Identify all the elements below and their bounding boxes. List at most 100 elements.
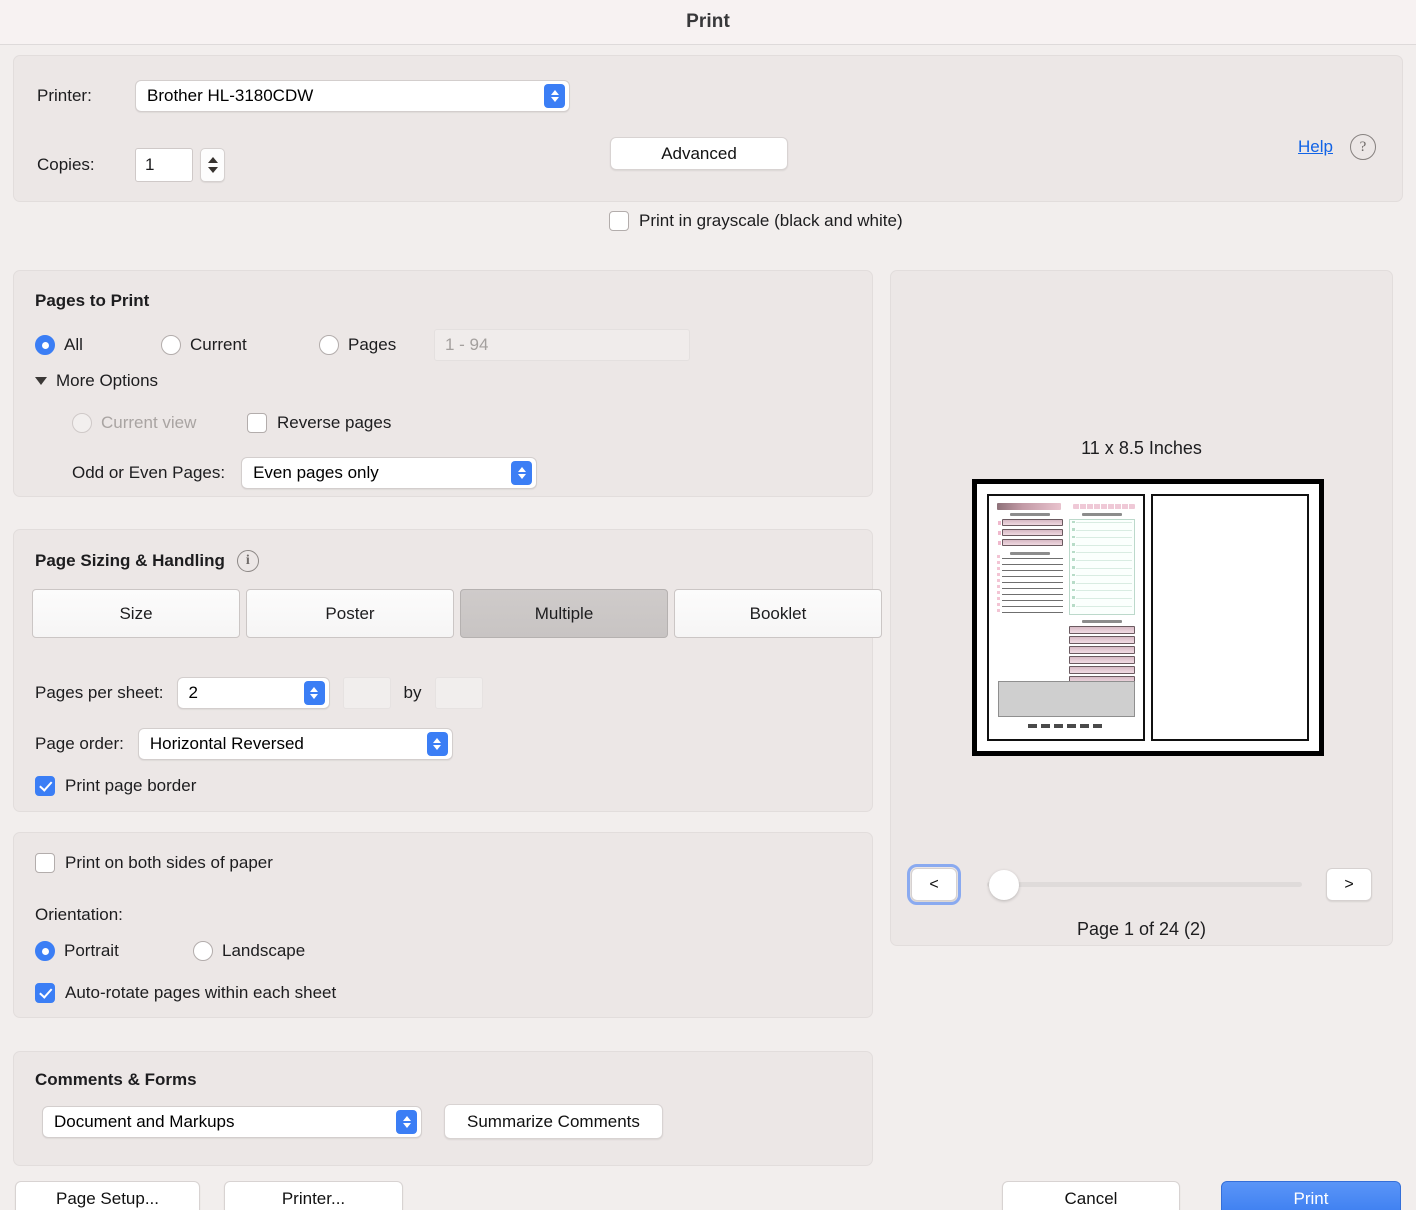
segment-booklet[interactable]: Booklet: [674, 589, 882, 638]
both-sides-checkbox[interactable]: Print on both sides of paper: [35, 853, 273, 873]
segment-poster[interactable]: Poster: [246, 589, 454, 638]
comments-forms-value: Document and Markups: [54, 1112, 234, 1132]
print-page-border-checkbox[interactable]: Print page border: [35, 776, 196, 796]
page-order-select[interactable]: Horizontal Reversed: [138, 728, 453, 760]
comments-forms-title: Comments & Forms: [35, 1070, 197, 1090]
page-sizing-panel: Page Sizing & Handling i Size Poster Mul…: [13, 529, 873, 812]
radio-portrait-label: Portrait: [64, 941, 119, 961]
question-circle-icon[interactable]: ?: [1350, 134, 1376, 160]
dialog-title: Print: [686, 11, 730, 33]
page-sizing-title: Page Sizing & Handling: [35, 551, 225, 571]
preview-document-thumbnail: [989, 496, 1143, 739]
radio-current-label: Current: [190, 335, 247, 355]
chevron-updown-icon: [511, 461, 532, 485]
footer-left-buttons: Page Setup... Printer...: [15, 1181, 403, 1210]
checkbox-icon: [35, 983, 55, 1003]
chevron-updown-icon: [304, 681, 325, 705]
print-grayscale-checkbox[interactable]: Print in grayscale (black and white): [609, 211, 903, 231]
chevron-updown-icon: [396, 1110, 417, 1134]
thumbnail-line: [1002, 564, 1063, 565]
page-order-value: Horizontal Reversed: [150, 734, 304, 754]
thumbnail-right-column: [1069, 513, 1135, 686]
page-slider[interactable]: [987, 870, 1302, 900]
copies-stepper[interactable]: [200, 148, 225, 182]
orientation-label: Orientation:: [35, 905, 123, 925]
comments-forms-row: Document and Markups Summarize Comments: [42, 1104, 663, 1139]
thumbnail-bar: [1069, 666, 1135, 674]
radio-icon: [193, 941, 213, 961]
pages-to-print-panel: Pages to Print All Current Pages 1 - 94 …: [13, 270, 873, 497]
thumbnail-left-column: [997, 513, 1063, 686]
more-options-toggle[interactable]: More Options: [35, 371, 158, 391]
info-circle-icon[interactable]: i: [237, 550, 259, 572]
dialog-titlebar: Print: [0, 0, 1416, 45]
help-group: Help ?: [1298, 134, 1376, 160]
custom-cols-input[interactable]: [435, 677, 483, 709]
print-preview-panel: 11 x 8.5 Inches: [890, 270, 1393, 946]
custom-rows-input[interactable]: [343, 677, 391, 709]
auto-rotate-label: Auto-rotate pages within each sheet: [65, 983, 336, 1003]
thumbnail-line: [1002, 600, 1063, 601]
print-dialog-body: Printer: Brother HL-3180CDW Advanced Hel…: [0, 45, 1416, 1210]
chevron-updown-icon: [427, 732, 448, 756]
thumbnail-caption: [1010, 552, 1050, 555]
preview-sheet: [972, 479, 1324, 756]
thumbnail-bar: [1002, 529, 1063, 536]
checkbox-icon: [35, 776, 55, 796]
thumbnail-columns: [997, 513, 1135, 686]
radio-pages[interactable]: Pages: [319, 335, 434, 355]
orientation-radios: Portrait Landscape: [35, 941, 305, 961]
printer-select[interactable]: Brother HL-3180CDW: [135, 80, 570, 112]
previous-page-button[interactable]: <: [911, 868, 957, 901]
page-setup-button[interactable]: Page Setup...: [15, 1181, 200, 1210]
printer-settings-button[interactable]: Printer...: [224, 1181, 403, 1210]
radio-landscape[interactable]: Landscape: [193, 941, 305, 961]
by-label: by: [404, 683, 422, 703]
radio-all[interactable]: All: [35, 335, 161, 355]
thumbnail-note-box: [1069, 519, 1135, 615]
reverse-pages-checkbox[interactable]: Reverse pages: [247, 413, 391, 433]
slider-track: [987, 882, 1302, 887]
slider-thumb[interactable]: [989, 870, 1019, 900]
radio-pages-label: Pages: [348, 335, 396, 355]
help-link[interactable]: Help: [1298, 137, 1333, 157]
preview-page-slot-right: [1151, 494, 1309, 741]
radio-icon: [35, 941, 55, 961]
radio-all-label: All: [64, 335, 83, 355]
auto-rotate-checkbox[interactable]: Auto-rotate pages within each sheet: [35, 983, 336, 1003]
thumbnail-line: [1002, 558, 1063, 559]
page-status-label: Page 1 of 24 (2): [891, 919, 1392, 940]
next-page-button[interactable]: >: [1326, 868, 1372, 901]
segment-multiple[interactable]: Multiple: [460, 589, 668, 638]
print-button[interactable]: Print: [1221, 1181, 1401, 1210]
pages-per-sheet-select[interactable]: 2: [177, 677, 330, 709]
segment-size[interactable]: Size: [32, 589, 240, 638]
preview-page-slot-left: [987, 494, 1145, 741]
radio-portrait[interactable]: Portrait: [35, 941, 193, 961]
odd-even-select[interactable]: Even pages only: [241, 457, 537, 489]
footer-right-buttons: Cancel Print: [1002, 1181, 1401, 1210]
copies-input[interactable]: 1: [135, 148, 193, 182]
thumbnail-caption: [1082, 620, 1122, 623]
comments-forms-select[interactable]: Document and Markups: [42, 1106, 422, 1138]
copies-row: Copies: 1: [37, 148, 225, 182]
radio-icon: [72, 413, 92, 433]
pages-range-input[interactable]: 1 - 94: [434, 329, 690, 361]
preview-dimensions-label: 11 x 8.5 Inches: [891, 438, 1392, 459]
radio-current[interactable]: Current: [161, 335, 319, 355]
both-sides-label: Print on both sides of paper: [65, 853, 273, 873]
thumbnail-line: [1002, 588, 1063, 589]
odd-even-row: Odd or Even Pages: Even pages only: [72, 457, 537, 489]
comments-forms-panel: Comments & Forms Document and Markups Su…: [13, 1051, 873, 1166]
pages-to-print-radios: All Current Pages 1 - 94: [35, 329, 690, 361]
summarize-comments-button[interactable]: Summarize Comments: [444, 1104, 663, 1139]
radio-current-view: Current view: [72, 413, 247, 433]
printer-panel: Printer: Brother HL-3180CDW Advanced Hel…: [13, 55, 1403, 202]
advanced-button[interactable]: Advanced: [610, 137, 788, 170]
cancel-button[interactable]: Cancel: [1002, 1181, 1180, 1210]
page-order-label: Page order:: [35, 734, 124, 754]
thumbnail-line: [1002, 606, 1063, 607]
thumbnail-line: [1002, 582, 1063, 583]
thumbnail-bar: [1069, 636, 1135, 644]
odd-even-value: Even pages only: [253, 463, 379, 483]
